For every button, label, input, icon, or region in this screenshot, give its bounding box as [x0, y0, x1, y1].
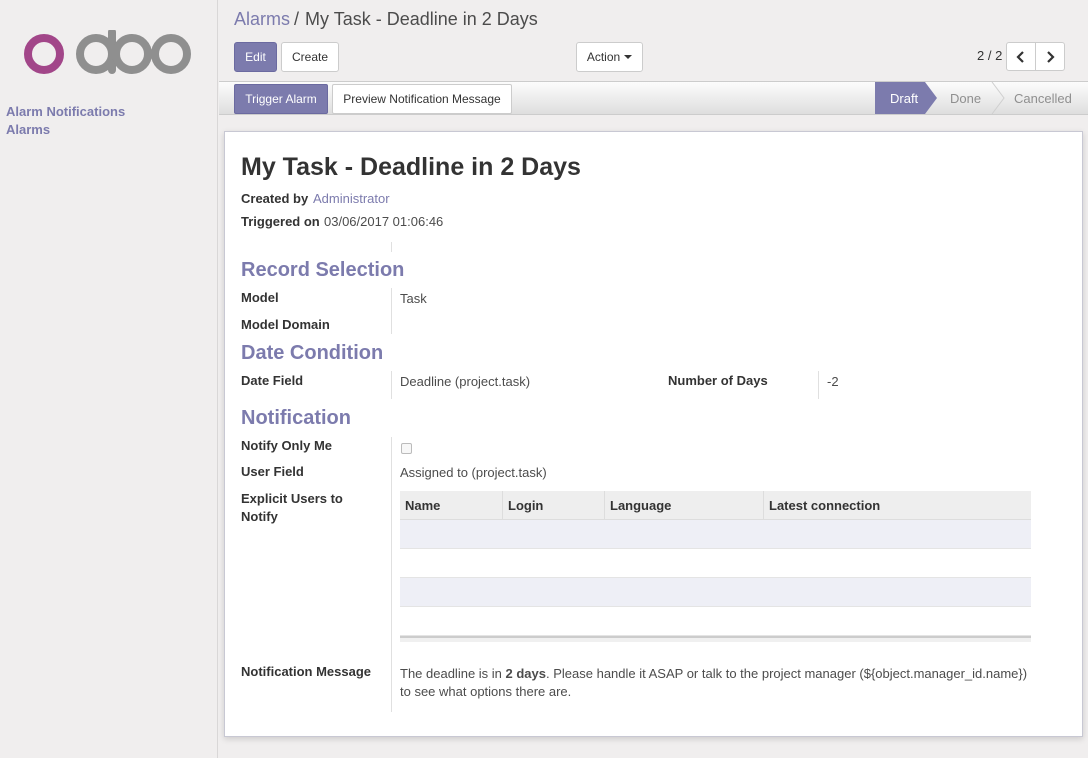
edit-button[interactable]: Edit — [234, 42, 277, 72]
pager-value: 2 / 2 — [977, 48, 1003, 63]
column-name[interactable]: Name — [400, 491, 503, 519]
message-prefix: The deadline is in — [400, 666, 506, 681]
user-field-label: User Field — [241, 464, 304, 479]
divider — [391, 437, 392, 712]
triggered-on-value: 03/06/2017 01:06:46 — [324, 214, 444, 229]
breadcrumb-separator: / — [294, 9, 300, 29]
date-field-label: Date Field — [241, 373, 304, 388]
divider — [818, 371, 819, 399]
table-row[interactable] — [400, 549, 1031, 578]
number-of-days-value: -2 — [827, 374, 839, 389]
preview-notification-button[interactable]: Preview Notification Message — [332, 84, 512, 114]
table-header: Name Login Language Latest connection — [400, 491, 1031, 520]
pager-previous-button[interactable] — [1006, 42, 1036, 71]
stage-done[interactable]: Done — [950, 82, 981, 114]
triggered-on-label: Triggered on — [241, 214, 320, 229]
notify-only-me-checkbox[interactable] — [401, 443, 412, 454]
sidebar: Alarm Notifications Alarms — [0, 0, 218, 758]
stage-cancelled[interactable]: Cancelled — [1014, 82, 1072, 114]
divider — [391, 242, 392, 252]
breadcrumb-current: My Task - Deadline in 2 Days — [305, 9, 538, 29]
table-row[interactable] — [400, 578, 1031, 607]
column-language[interactable]: Language — [605, 491, 764, 519]
model-value[interactable]: Task — [400, 291, 427, 306]
table-row[interactable] — [400, 520, 1031, 549]
date-condition-heading: Date Condition — [241, 342, 384, 364]
notification-heading: Notification — [241, 407, 351, 429]
table-row[interactable] — [400, 607, 1031, 636]
chevron-right-icon — [1047, 50, 1055, 63]
number-of-days-label: Number of Days — [668, 373, 768, 388]
column-login[interactable]: Login — [503, 491, 605, 519]
user-field-value[interactable]: Assigned to (project.task) — [400, 465, 547, 480]
divider — [391, 288, 392, 334]
stage-draft[interactable]: Draft — [890, 82, 918, 114]
main-content: Alarms / My Task - Deadline in 2 Days Edit… — [219, 0, 1088, 758]
sidebar-item-alarms[interactable]: Alarms — [6, 122, 50, 137]
table-footer — [400, 636, 1031, 642]
pager-next-button[interactable] — [1035, 42, 1065, 71]
created-by-label: Created by — [241, 191, 309, 206]
explicit-users-table: Name Login Language Latest connection — [400, 491, 1031, 642]
sidebar-item-alarm-notifications[interactable]: Alarm Notifications — [6, 104, 125, 119]
model-domain-label: Model Domain — [241, 317, 330, 332]
message-bold: 2 days — [505, 666, 546, 681]
model-label: Model — [241, 290, 279, 305]
divider — [391, 371, 392, 399]
chevron-left-icon — [1016, 50, 1024, 63]
breadcrumb: Alarms / My Task - Deadline in 2 Days — [234, 9, 538, 30]
breadcrumb-alarms-link[interactable]: Alarms — [234, 9, 290, 29]
date-field-value[interactable]: Deadline (project.task) — [400, 374, 530, 389]
notification-message-label: Notification Message — [241, 664, 372, 679]
record-selection-heading: Record Selection — [241, 259, 405, 281]
explicit-users-label: Explicit Users to Notify — [241, 491, 343, 524]
trigger-alarm-button[interactable]: Trigger Alarm — [234, 84, 328, 114]
action-label: Action — [586, 50, 621, 64]
record-title: My Task - Deadline in 2 Days — [241, 153, 581, 181]
notify-only-me-label: Notify Only Me — [241, 438, 333, 453]
statusbar: Trigger Alarm Preview Notification Messa… — [219, 81, 1088, 115]
form-sheet: My Task - Deadline in 2 Days Created by … — [224, 131, 1083, 737]
odoo-logo[interactable] — [24, 28, 194, 76]
notification-message-value: The deadline is in 2 days. Please handle… — [400, 665, 1040, 701]
create-button[interactable]: Create — [281, 42, 339, 72]
action-dropdown[interactable]: Action — [576, 42, 643, 72]
column-latest-connection[interactable]: Latest connection — [764, 491, 1031, 519]
caret-down-icon — [624, 55, 633, 59]
created-by-value[interactable]: Administrator — [313, 191, 390, 206]
